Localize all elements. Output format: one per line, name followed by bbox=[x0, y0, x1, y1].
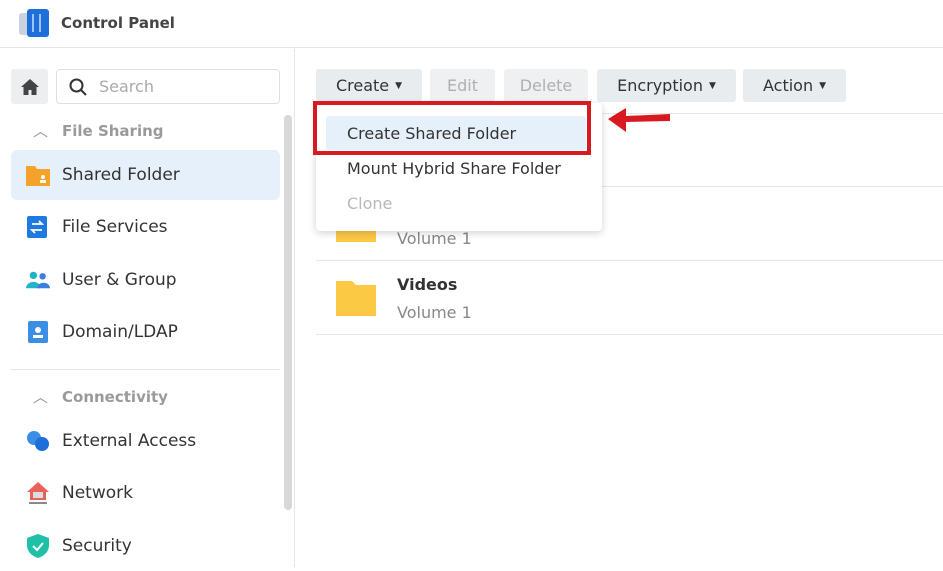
folder-volume: Volume 1 bbox=[397, 229, 472, 248]
sidebar-item-label: Security bbox=[62, 536, 132, 556]
edit-button[interactable]: Edit bbox=[430, 69, 495, 102]
sidebar-item-label: Network bbox=[62, 483, 133, 503]
sidebar-item-external-access[interactable]: External Access bbox=[11, 416, 280, 466]
folder-name: Videos bbox=[397, 275, 458, 294]
search-placeholder: Search bbox=[99, 77, 154, 96]
caret-down-icon: ▼ bbox=[708, 80, 716, 91]
home-icon bbox=[20, 78, 39, 95]
sidebar-item-shared-folder[interactable]: Shared Folder bbox=[11, 150, 280, 200]
section-file-sharing[interactable]: ︿ File Sharing bbox=[33, 120, 164, 141]
sidebar-item-label: File Services bbox=[62, 217, 168, 237]
action-button[interactable]: Action ▼ bbox=[743, 69, 846, 102]
section-connectivity[interactable]: ︿ Connectivity bbox=[33, 386, 168, 407]
title-bar: Control Panel bbox=[0, 0, 943, 48]
folder-icon bbox=[336, 281, 376, 316]
sidebar-item-security[interactable]: Security bbox=[11, 521, 280, 571]
shared-folder-icon bbox=[26, 163, 50, 187]
sidebar-item-domain-ldap[interactable]: Domain/LDAP bbox=[11, 307, 280, 357]
menu-item-clone[interactable]: Clone bbox=[326, 186, 586, 220]
folder-volume: Volume 1 bbox=[397, 303, 472, 322]
search-icon bbox=[69, 78, 87, 96]
menu-item-mount-hybrid-share-folder[interactable]: Mount Hybrid Share Folder bbox=[326, 151, 586, 185]
network-icon bbox=[26, 481, 50, 505]
sidebar-item-label: Shared Folder bbox=[62, 165, 180, 185]
chevron-up-icon: ︿ bbox=[33, 388, 49, 406]
control-panel-icon bbox=[19, 9, 49, 37]
delete-button[interactable]: Delete bbox=[504, 69, 588, 102]
caret-down-icon: ▼ bbox=[819, 80, 827, 91]
delete-label: Delete bbox=[519, 76, 573, 95]
search-input[interactable]: Search bbox=[56, 69, 280, 104]
chevron-up-icon: ︿ bbox=[33, 122, 49, 140]
sidebar: Search ︿ File Sharing Shared Folder File … bbox=[0, 49, 295, 567]
sidebar-scrollbar[interactable] bbox=[284, 115, 292, 510]
sidebar-item-label: User & Group bbox=[62, 270, 177, 290]
external-access-icon bbox=[26, 429, 50, 453]
create-label: Create bbox=[335, 76, 390, 95]
create-button[interactable]: Create ▼ bbox=[316, 69, 422, 102]
sidebar-item-label: External Access bbox=[62, 431, 197, 451]
user-group-icon bbox=[26, 268, 50, 292]
encryption-label: Encryption bbox=[617, 76, 703, 95]
list-item[interactable]: Videos Volume 1 bbox=[316, 261, 943, 335]
app-title: Control Panel bbox=[61, 14, 175, 32]
sidebar-item-file-services[interactable]: File Services bbox=[11, 202, 280, 252]
divider bbox=[11, 369, 280, 370]
section-label: Connectivity bbox=[62, 387, 168, 406]
encryption-button[interactable]: Encryption ▼ bbox=[597, 69, 736, 102]
annotation-highlight-box bbox=[313, 101, 591, 155]
home-button[interactable] bbox=[11, 69, 48, 104]
shield-icon bbox=[26, 534, 50, 558]
file-services-icon bbox=[26, 215, 50, 239]
section-label: File Sharing bbox=[62, 121, 164, 140]
edit-label: Edit bbox=[447, 76, 478, 95]
sidebar-item-label: Domain/LDAP bbox=[62, 322, 178, 342]
action-label: Action bbox=[762, 76, 814, 95]
sidebar-item-network[interactable]: Network bbox=[11, 468, 280, 518]
caret-down-icon: ▼ bbox=[395, 80, 403, 91]
domain-ldap-icon bbox=[26, 320, 50, 344]
annotation-arrow-icon bbox=[608, 108, 670, 132]
sidebar-item-user-group[interactable]: User & Group bbox=[11, 255, 280, 305]
